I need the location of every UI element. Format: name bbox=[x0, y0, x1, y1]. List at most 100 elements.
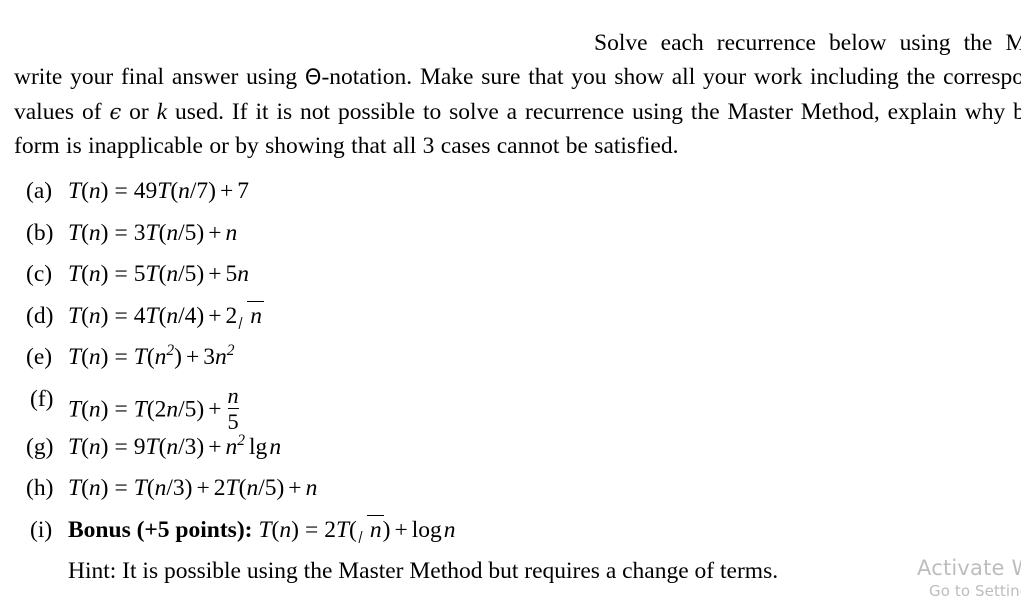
list-item-marker-h: (h) bbox=[26, 475, 54, 501]
eq-i-lhs: T bbox=[258, 516, 272, 543]
eq-b-lhs-arg: (n) bbox=[81, 219, 109, 246]
eq-i-lhs-arg: (n) bbox=[271, 516, 299, 543]
eq-a-recursive-term: T bbox=[157, 178, 171, 204]
eq-a-equals: = bbox=[114, 178, 128, 204]
eq-h-plus: + bbox=[196, 475, 210, 501]
eq-i-recursive-term: T bbox=[335, 516, 350, 543]
eq-f-equals: = bbox=[114, 396, 128, 423]
eq-h-coefficient-2: 2 bbox=[213, 475, 226, 501]
eq-b-plus: + bbox=[208, 219, 222, 246]
list-item-marker-a: (a) bbox=[26, 178, 53, 204]
list-item-marker-f: (f) bbox=[30, 385, 54, 412]
eq-g-log-arg: n bbox=[269, 433, 282, 460]
list-item-marker-c: (c) bbox=[26, 261, 53, 287]
problem-statement-paragraph: Solve each recurrence below using the Ma… bbox=[14, 26, 1021, 164]
intro-text-or: or bbox=[121, 98, 157, 125]
eq-e-lhs: T bbox=[68, 344, 82, 370]
fraction: n5 bbox=[226, 382, 241, 434]
eq-d-plus: + bbox=[208, 302, 222, 329]
eq-i-coefficient: 2 bbox=[324, 516, 336, 543]
document-page: Solve each recurrence below using the Ma… bbox=[0, 0, 1021, 615]
eq-g-coefficient: 9 bbox=[133, 433, 146, 460]
eq-i-paren-open: ( bbox=[349, 516, 357, 543]
eq-h-lhs: T bbox=[68, 475, 82, 501]
equation-b: T(n) = 3T(n/5) + n bbox=[68, 218, 237, 248]
eq-e-driving-base: n bbox=[215, 344, 227, 370]
eq-a-lhs-arg: (n) bbox=[81, 178, 109, 204]
eq-d-coefficient: 4 bbox=[133, 302, 146, 329]
watermark-title: Activate Windows bbox=[917, 556, 1021, 580]
eq-b-coefficient: 3 bbox=[133, 219, 146, 246]
list-item: Hint: It is possible using the Master Me… bbox=[0, 556, 1021, 598]
bonus-label: Bonus (+5 points): bbox=[68, 516, 253, 543]
equation-e: T(n) = T(n2) +3n2 bbox=[68, 342, 235, 372]
epsilon-symbol: ϵ bbox=[109, 99, 122, 124]
eq-f-numerator: n bbox=[227, 382, 239, 408]
eq-f-plus: + bbox=[208, 396, 222, 423]
eq-c-driving-function: 5n bbox=[225, 261, 250, 287]
list-item-marker-b: (b) bbox=[26, 219, 54, 246]
eq-d-lhs-arg: (n) bbox=[81, 302, 109, 329]
eq-e-driving-coefficient: 3 bbox=[203, 344, 215, 370]
eq-h-equals: = bbox=[114, 475, 128, 501]
k-symbol: k bbox=[156, 98, 168, 125]
eq-e-arg-exponent: 2 bbox=[166, 342, 175, 360]
eq-d-driving-coefficient: 2 bbox=[225, 302, 238, 329]
eq-e-recursive-arg: (n2) bbox=[146, 342, 182, 370]
eq-c-equals: = bbox=[114, 261, 128, 287]
problem-list: (a) T(n) = 49T(n/7) +7 (b) T(n) = 3T(n/5) + n (… bbox=[0, 176, 1021, 598]
eq-i-equals: = bbox=[304, 516, 319, 543]
eq-b-equals: = bbox=[114, 219, 128, 246]
eq-f-denominator: 5 bbox=[227, 407, 239, 434]
eq-c-recursive-term: T bbox=[145, 261, 159, 287]
eq-b-recursive-term: T bbox=[145, 219, 159, 246]
equation-a: T(n) = 49T(n/7) +7 bbox=[68, 176, 249, 206]
eq-g-plus: + bbox=[208, 433, 222, 460]
eq-f-lhs: T bbox=[68, 396, 82, 423]
eq-i-log-arg: n bbox=[443, 516, 456, 543]
eq-b-driving-function: n bbox=[225, 219, 238, 246]
equation-i: Bonus (+5 points): T(n) = 2T(n) + logn bbox=[68, 514, 456, 545]
list-item: (i) Bonus (+5 points): T(n) = 2T(n) + logn bbox=[0, 514, 1021, 557]
eq-h-recursive-term-2: T bbox=[225, 475, 239, 501]
eq-a-coefficient: 49 bbox=[133, 178, 158, 204]
list-item-marker-g: (g) bbox=[26, 433, 54, 460]
eq-e-equals: = bbox=[114, 344, 128, 370]
eq-d-equals: = bbox=[114, 302, 128, 329]
eq-g-lhs-arg: (n) bbox=[81, 433, 109, 460]
eq-b-lhs: T bbox=[68, 219, 82, 246]
windows-activation-watermark: Activate Windows Go to Settings to activ… bbox=[917, 556, 1021, 602]
eq-d-recursive-arg: (n/4) bbox=[158, 302, 205, 329]
eq-g-recursive-term: T bbox=[145, 433, 159, 460]
eq-g-driving-base: n bbox=[225, 433, 238, 460]
list-item: (b) T(n) = 3T(n/5) + n bbox=[0, 218, 1021, 260]
eq-g-driving-exponent: 2 bbox=[237, 431, 246, 449]
eq-a-driving-function: 7 bbox=[237, 178, 250, 204]
eq-h-driving-function: n bbox=[305, 475, 318, 501]
eq-i-log-name: log bbox=[411, 516, 442, 543]
eq-c-coefficient: 5 bbox=[133, 261, 146, 287]
equation-d: T(n) = 4T(n/4) +2 n bbox=[68, 300, 264, 331]
eq-d-lhs: T bbox=[68, 302, 82, 329]
eq-i-radicand: n bbox=[369, 516, 382, 543]
list-item: (g) T(n) = 9T(n/3) + n2 lgn bbox=[0, 432, 1021, 474]
eq-a-plus: + bbox=[220, 178, 234, 204]
eq-h-plus-2: + bbox=[288, 475, 302, 501]
theta-symbol: Θ bbox=[304, 65, 322, 89]
eq-e-recursive-term: T bbox=[133, 344, 147, 370]
eq-h-recursive-arg: (n/3) bbox=[146, 475, 193, 501]
eq-e-arg-base: n bbox=[154, 344, 167, 370]
equation-f: T(n) = T(2n/5) + n 5 bbox=[68, 382, 241, 434]
eq-c-lhs: T bbox=[68, 261, 82, 287]
eq-h-recursive-term: T bbox=[133, 475, 147, 501]
eq-g-lhs: T bbox=[68, 433, 82, 460]
equation-g: T(n) = 9T(n/3) + n2 lgn bbox=[68, 432, 281, 462]
eq-e-plus: + bbox=[185, 344, 200, 370]
list-item-marker-i: (i) bbox=[30, 516, 53, 543]
bonus-hint-text: Hint: It is possible using the Master Me… bbox=[68, 558, 779, 584]
eq-h-recursive-arg-2: (n/5) bbox=[238, 475, 285, 501]
eq-d-recursive-term: T bbox=[145, 302, 159, 329]
eq-a-recursive-arg: (n/7) bbox=[170, 178, 217, 204]
eq-g-log-name: lg bbox=[249, 433, 268, 460]
watermark-subtitle: Go to Settings to activate Windows. bbox=[929, 582, 1021, 600]
